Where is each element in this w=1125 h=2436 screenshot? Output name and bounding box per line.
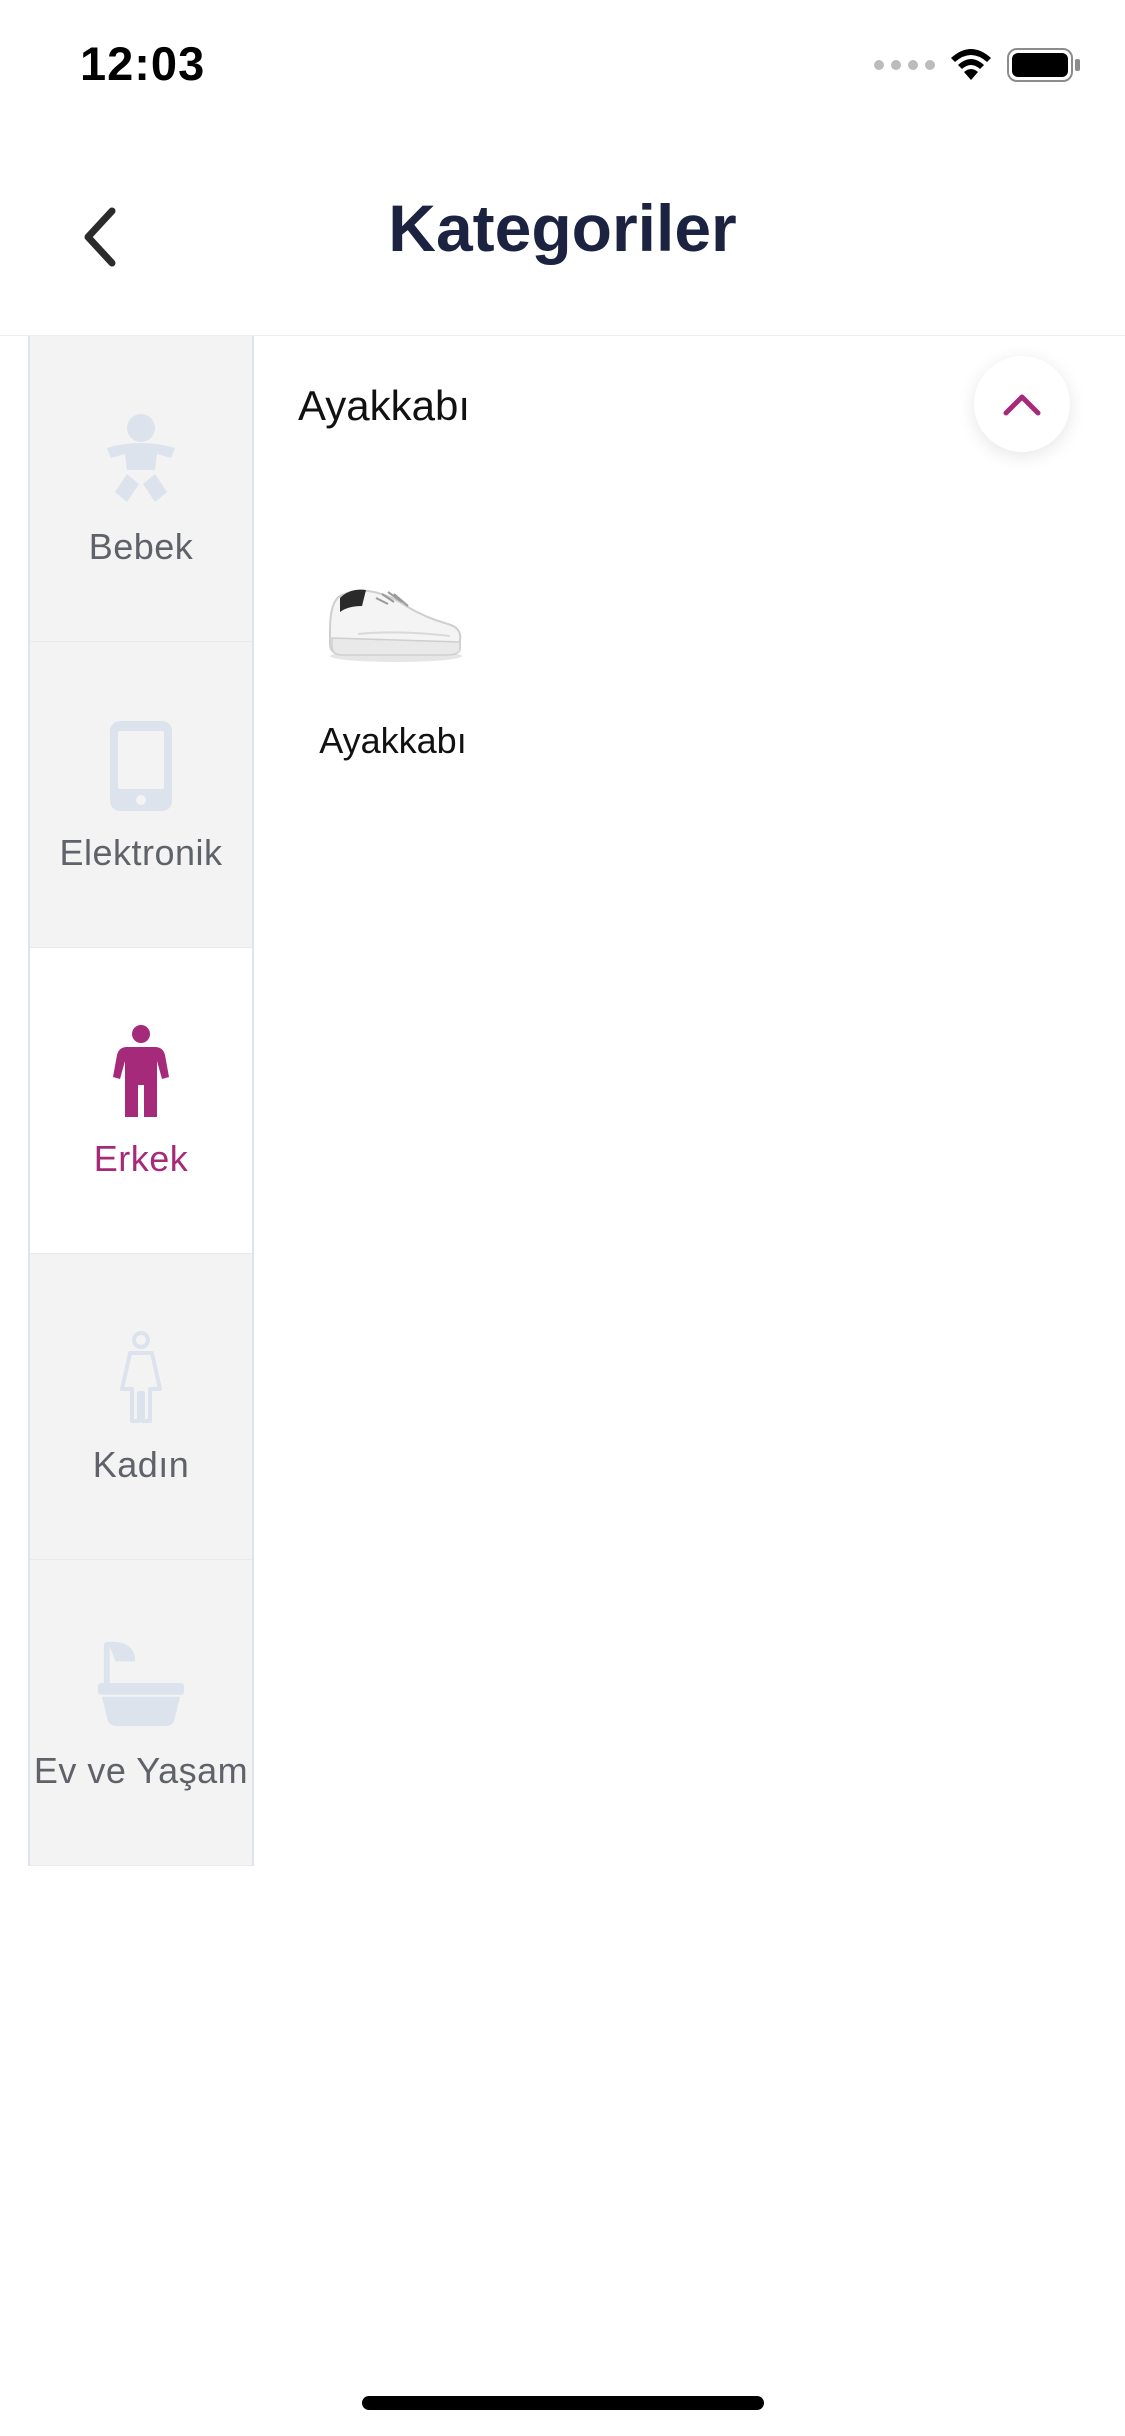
- sidebar-item-label: Ev ve Yaşam: [33, 1750, 249, 1791]
- sidebar-item-label: Kadın: [92, 1444, 190, 1485]
- navigation-header: Kategoriler: [0, 132, 1125, 336]
- phone-icon: [96, 718, 186, 814]
- sidebar-item-elektronik[interactable]: Elektronik: [30, 642, 252, 948]
- sidebar-item-label: Elektronik: [59, 832, 223, 873]
- product-tile[interactable]: Ayakkabı: [298, 560, 488, 770]
- sidebar-item-kadin[interactable]: Kadın: [30, 1254, 252, 1560]
- page-title: Kategoriler: [388, 191, 737, 265]
- baby-icon: [96, 412, 186, 508]
- bathtub-icon: [96, 1636, 186, 1732]
- category-sidebar: Bebek Elektronik Erkek Kadın Ev ve Yaşam: [28, 336, 254, 1866]
- man-icon: [96, 1024, 186, 1120]
- chevron-up-icon: [1003, 394, 1041, 416]
- product-label: Ayakkabı: [319, 720, 467, 761]
- sidebar-item-bebek[interactable]: Bebek: [30, 336, 252, 642]
- sidebar-item-erkek[interactable]: Erkek: [30, 948, 252, 1254]
- wifi-icon: [951, 49, 991, 80]
- status-bar: 12:03: [0, 0, 1125, 132]
- sidebar-item-ev-ve-yasam[interactable]: Ev ve Yaşam: [30, 1560, 252, 1866]
- cellular-signal-icon: [874, 60, 935, 70]
- collapse-section-button[interactable]: [974, 356, 1070, 452]
- woman-icon: [96, 1330, 186, 1426]
- sidebar-item-label: Bebek: [88, 526, 194, 567]
- sidebar-item-label: Erkek: [93, 1138, 189, 1179]
- sneaker-image: [329, 589, 462, 662]
- status-time: 12:03: [80, 37, 206, 90]
- section-title: Ayakkabı: [298, 382, 470, 429]
- battery-icon: [1007, 48, 1080, 82]
- home-indicator[interactable]: [362, 2396, 764, 2410]
- status-icons: [874, 48, 1081, 82]
